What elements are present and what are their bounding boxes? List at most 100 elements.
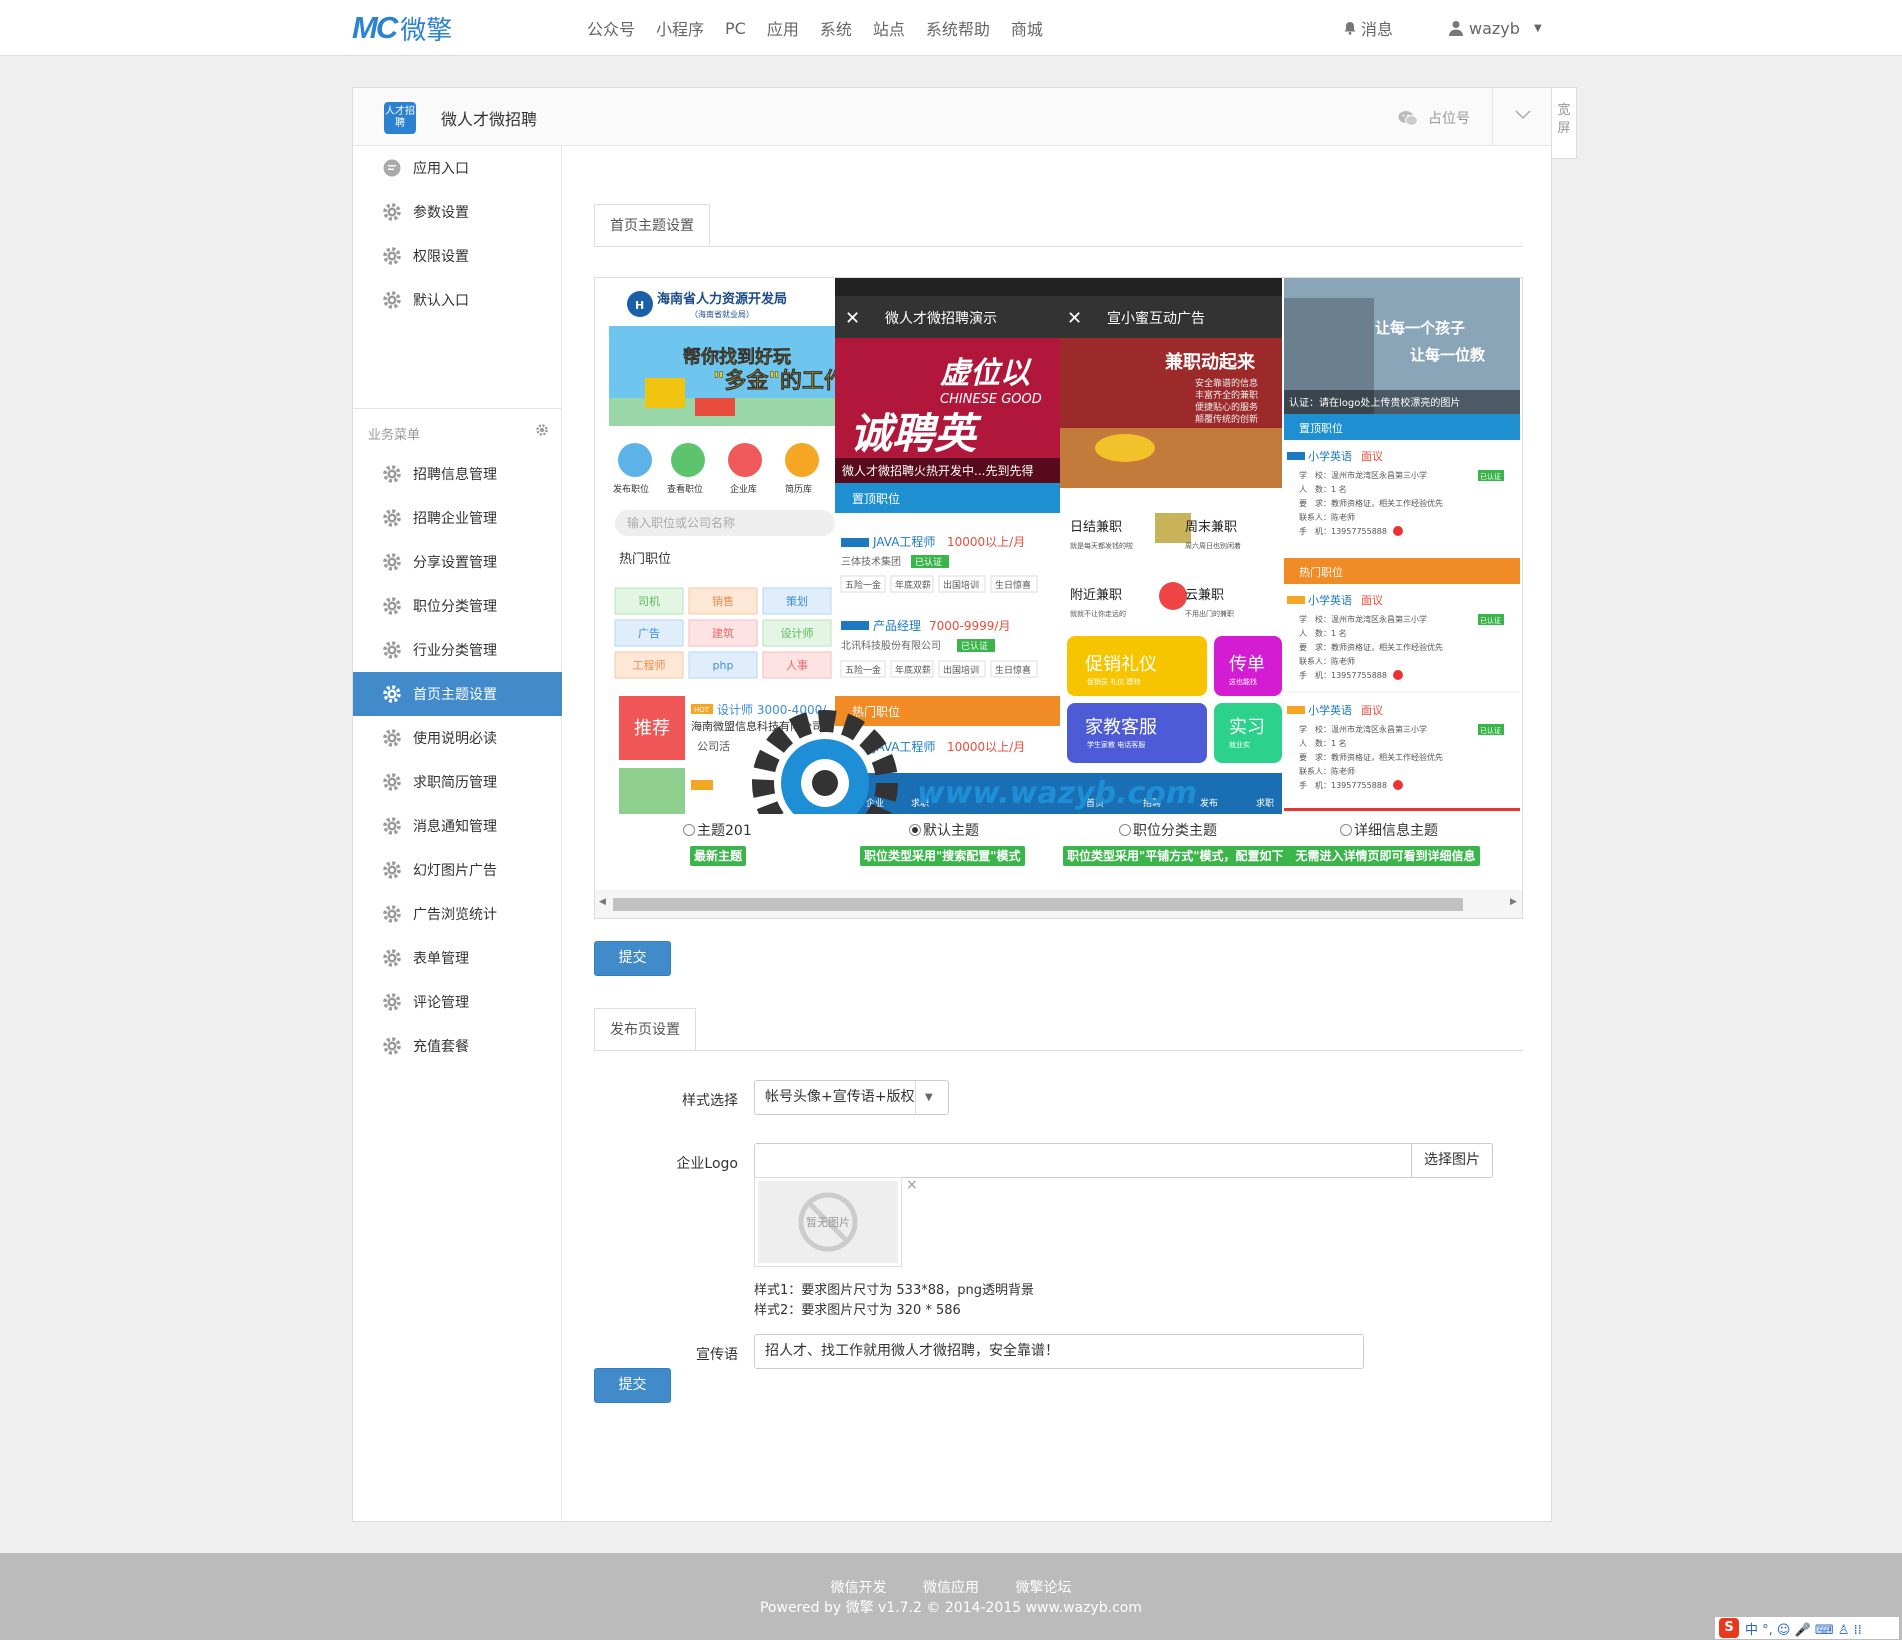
svg-text:热门职位: 热门职位	[619, 552, 671, 567]
account-name: 占位号	[1428, 111, 1470, 127]
svg-text:设计师 3000-4000/: 设计师 3000-4000/	[717, 703, 827, 717]
tab-publish-settings[interactable]: 发布页设置	[594, 1008, 696, 1051]
sidebar-item-6[interactable]: 首页主题设置	[353, 672, 562, 716]
svg-text:日结兼职: 日结兼职	[1070, 520, 1122, 535]
sidebar-item-default-entry[interactable]: 默认入口	[353, 278, 562, 322]
radio-theme-default[interactable]: 默认主题	[909, 820, 979, 840]
gear-icon	[383, 905, 401, 923]
nav-mini-program[interactable]: 小程序	[656, 16, 704, 40]
sidebar-item-params[interactable]: 参数设置	[353, 190, 562, 234]
theme-preview-2[interactable]: ✕ 微人才微招聘演示 诚聘英 虚位以 CHINESE GOOD 微人才微招聘火热…	[835, 278, 1060, 814]
slogan-input[interactable]: 招人才、找工作就用微人才微招聘，安全靠谱！	[754, 1334, 1364, 1369]
svg-text:已认证: 已认证	[961, 640, 988, 652]
header-divider	[1492, 88, 1493, 146]
choose-image-button[interactable]: 选择图片	[1411, 1143, 1493, 1178]
svg-text:工程师: 工程师	[633, 659, 666, 672]
submit-theme-button[interactable]: 提交	[594, 941, 671, 976]
gear-icon	[383, 773, 401, 791]
radio-theme-category[interactable]: 职位分类主题	[1119, 820, 1217, 840]
scroll-thumb[interactable]	[613, 898, 1463, 911]
svg-text:求职: 求职	[1256, 797, 1274, 809]
messages-link[interactable]: 消息	[1343, 16, 1393, 40]
sidebar-item-8[interactable]: 求职简历管理	[353, 760, 562, 804]
svg-text:HOT: HOT	[694, 706, 710, 714]
slogan-label: 宣传语	[696, 1347, 738, 1363]
sidebar-item-7[interactable]: 使用说明必读	[353, 716, 562, 760]
svg-text:颠覆传统的创新: 颠覆传统的创新	[1195, 413, 1258, 425]
svg-text:兼职动起来: 兼职动起来	[1165, 351, 1256, 373]
svg-text:CHINESE GOOD: CHINESE GOOD	[940, 392, 1042, 407]
chevron-down-icon[interactable]	[1513, 104, 1533, 124]
svg-text:手 机：13957755888: 手 机：13957755888	[1299, 526, 1387, 536]
theme-tag: 最新主题	[690, 846, 747, 866]
sidebar-item-5[interactable]: 行业分类管理	[353, 628, 562, 672]
horizontal-scrollbar[interactable]: ◀ ▶	[595, 890, 1522, 918]
nav-apps[interactable]: 应用	[767, 16, 799, 40]
nav-store[interactable]: 商城	[1011, 16, 1043, 40]
svg-text:云兼职: 云兼职	[1185, 588, 1224, 603]
svg-text:企业库: 企业库	[730, 483, 757, 495]
select-divider	[915, 1081, 916, 1114]
theme-radio-group: 主题201 默认主题 职位分类主题 详细信息主题	[595, 815, 1522, 843]
theme-selector: H 海南省人力资源开发局 （海南省就业局） 帮你找到好玩 "多金"的工作 发布职…	[594, 277, 1523, 919]
svg-text:php: php	[713, 659, 734, 672]
sidebar-item-4[interactable]: 职位分类管理	[353, 584, 562, 628]
submit-publish-button[interactable]: 提交	[594, 1368, 671, 1403]
sidebar-item-2[interactable]: 招聘企业管理	[353, 496, 562, 540]
nav-pc[interactable]: PC	[725, 19, 746, 38]
bell-icon	[1344, 22, 1356, 35]
sidebar-item-app-entry[interactable]: 应用入口	[353, 146, 562, 190]
sidebar-item-11[interactable]: 广告浏览统计	[353, 892, 562, 936]
style-select[interactable]: 帐号头像+宣传语+版权 ▼	[754, 1080, 949, 1115]
svg-text:已认证: 已认证	[1480, 726, 1501, 735]
svg-text:微人才微招聘火热开发中...先到先得: 微人才微招聘火热开发中...先到先得	[842, 463, 1033, 478]
remove-image-button[interactable]: ×	[906, 1177, 918, 1193]
svg-text:五险一金: 五险一金	[845, 579, 881, 591]
logo-path-input[interactable]	[754, 1143, 1412, 1178]
nav-site[interactable]: 站点	[873, 16, 905, 40]
scroll-right-icon[interactable]: ▶	[1510, 897, 1517, 907]
wide-screen-toggle[interactable]: 宽屏	[1552, 87, 1577, 159]
sidebar-item-9[interactable]: 消息通知管理	[353, 804, 562, 848]
sidebar-item-10[interactable]: 幻灯图片广告	[353, 848, 562, 892]
svg-text:设计师: 设计师	[781, 627, 814, 640]
footer-link-wechat-dev[interactable]: 微信开发	[831, 1580, 887, 1596]
gear-icon[interactable]	[536, 424, 548, 436]
sidebar-item-label: 广告浏览统计	[413, 907, 497, 923]
sidebar-item-permissions[interactable]: 权限设置	[353, 234, 562, 278]
footer-link-forum[interactable]: 微擎论坛	[1015, 1580, 1071, 1596]
svg-text:人 数：1 名: 人 数：1 名	[1299, 484, 1347, 494]
sidebar-item-12[interactable]: 表单管理	[353, 936, 562, 980]
scroll-left-icon[interactable]: ◀	[599, 897, 606, 907]
footer-link-wechat-apps[interactable]: 微信应用	[923, 1580, 979, 1596]
svg-text:输入职位或公司名称: 输入职位或公司名称	[627, 515, 735, 530]
logo[interactable]: MC 微擎	[352, 10, 453, 46]
svg-text:面议: 面议	[1361, 594, 1383, 607]
gear-icon	[383, 1037, 401, 1055]
ime-toolbar[interactable]: S 中 °, ☺ 🎤 ⌨ ♙ ⁞⁞	[1715, 1617, 1899, 1639]
svg-text:面议: 面议	[1361, 450, 1383, 463]
nav-system[interactable]: 系统	[820, 16, 852, 40]
sidebar-item-label: 行业分类管理	[413, 643, 497, 659]
user-menu[interactable]: wazyb ▼	[1449, 19, 1542, 38]
nav-system-help[interactable]: 系统帮助	[926, 16, 990, 40]
theme-preview-3[interactable]: ✕ 宣小蜜互动广告 兼职动起来 安全靠谱的信息 丰富齐全的兼职 便捷贴心的服务 …	[1060, 278, 1282, 814]
sidebar-item-13[interactable]: 评论管理	[353, 980, 562, 1024]
svg-text:产品经理: 产品经理	[873, 619, 921, 633]
sidebar-item-3[interactable]: 分享设置管理	[353, 540, 562, 584]
sidebar-item-14[interactable]: 充值套餐	[353, 1024, 562, 1068]
theme-preview-4[interactable]: 让每一个孩子 让每一位教 认证：请在logo处上传贵校漂亮的图片 置顶职位 小学…	[1282, 278, 1522, 814]
tab-home-theme[interactable]: 首页主题设置	[594, 204, 710, 247]
svg-text:公司活: 公司活	[697, 740, 730, 753]
sidebar-item-1[interactable]: 招聘信息管理	[353, 452, 562, 496]
sidebar-item-label: 默认入口	[413, 293, 469, 309]
sidebar: 应用入口 参数设置 权限设置 默认入口 业务菜单 招聘信息管理 招聘企业管理 分享设…	[353, 146, 562, 1521]
account-switch[interactable]: 占位号	[1398, 108, 1470, 128]
nav-official-account[interactable]: 公众号	[587, 16, 635, 40]
logo-text: 微擎	[400, 15, 453, 46]
radio-theme-detail[interactable]: 详细信息主题	[1340, 820, 1438, 840]
radio-theme-201[interactable]: 主题201	[683, 820, 752, 840]
svg-text:人事: 人事	[786, 659, 808, 672]
tab-underline	[594, 1050, 1523, 1051]
theme-tag: 职位类型采用"搜索配置"模式	[860, 846, 1025, 866]
